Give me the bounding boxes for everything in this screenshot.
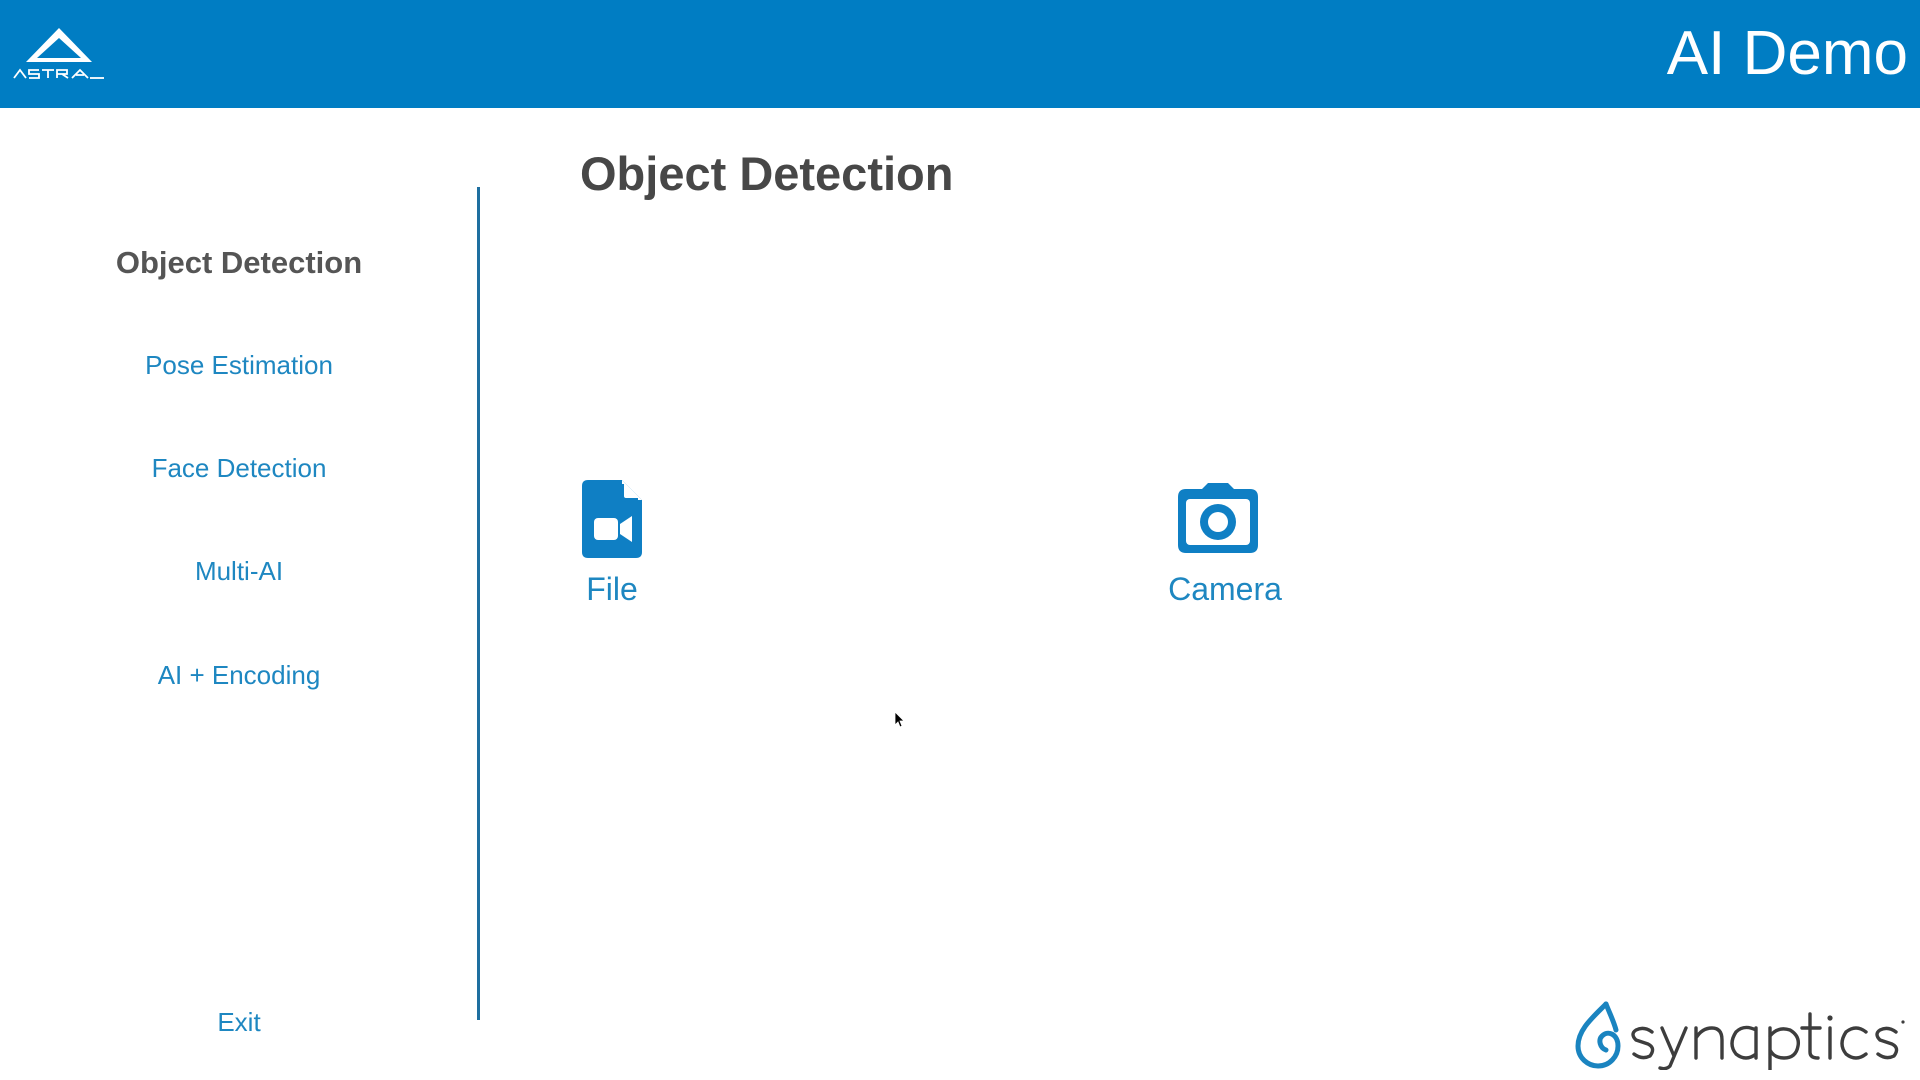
file-label: File [586, 571, 638, 607]
sidebar-item-ai-encoding[interactable]: AI + Encoding [0, 658, 478, 692]
camera-source-button[interactable]: Camera [1160, 483, 1290, 608]
sidebar-item-pose-estimation[interactable]: Pose Estimation [0, 348, 478, 382]
camera-label: Camera [1168, 571, 1282, 607]
sidebar-item-face-detection[interactable]: Face Detection [0, 451, 478, 485]
sidebar: Object Detection Pose Estimation Face De… [0, 108, 478, 1080]
mouse-cursor-icon [894, 711, 905, 728]
synaptics-logo-icon [1574, 1000, 1906, 1070]
astra-logo-icon [12, 26, 106, 82]
sidebar-item-object-detection[interactable]: Object Detection [0, 243, 478, 283]
exit-button[interactable]: Exit [0, 1005, 478, 1039]
page-title: Object Detection [580, 147, 954, 200]
camera-icon [1178, 483, 1258, 553]
file-source-button[interactable]: File [574, 478, 650, 608]
sidebar-item-multi-ai[interactable]: Multi-AI [0, 554, 478, 588]
app-title: AI Demo [1666, 19, 1908, 88]
sidebar-divider [477, 187, 480, 1020]
app-header: AI Demo [0, 0, 1920, 108]
video-file-icon [582, 480, 642, 558]
